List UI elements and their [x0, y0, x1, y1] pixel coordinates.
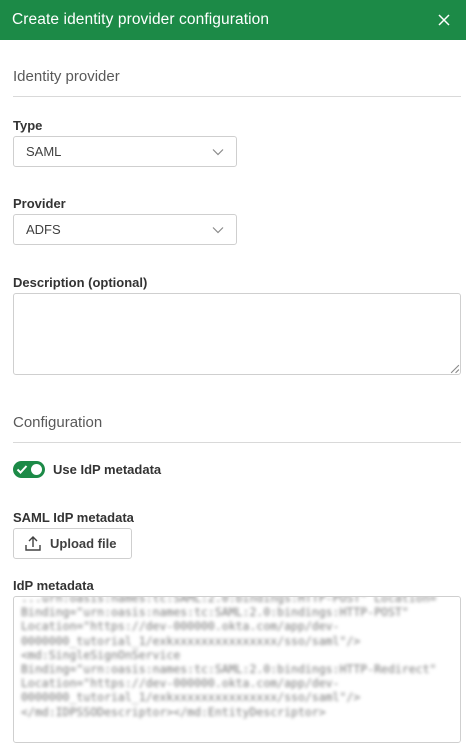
- description-label: Description (optional): [13, 275, 148, 290]
- section-divider: [13, 96, 461, 97]
- idp-metadata-line: ...urn:oasis:names:tc:SAML:2.0:bindings:…: [21, 596, 437, 605]
- checkmark-icon: [16, 465, 28, 474]
- idp-metadata-line: <md:SingleSignOnService: [21, 647, 181, 662]
- toggle-knob: [31, 464, 42, 475]
- idp-metadata-line: Binding="urn:oasis:names:tc:SAML:2.0:bin…: [21, 605, 409, 620]
- chevron-down-icon: [212, 226, 224, 233]
- idp-metadata-line: 0000000_tutorial_1/exkxxxxxxxxxxxxxxx/ss…: [21, 690, 361, 705]
- idp-metadata-content: ...urn:oasis:names:tc:SAML:2.0:bindings:…: [21, 596, 446, 719]
- provider-select-value: ADFS: [26, 222, 61, 237]
- section-title-configuration: Configuration: [13, 414, 103, 431]
- upload-file-label: Upload file: [50, 536, 117, 551]
- close-button[interactable]: [435, 11, 453, 29]
- type-label: Type: [13, 118, 43, 133]
- upload-icon: [25, 536, 41, 551]
- close-icon: [438, 14, 450, 26]
- provider-label: Provider: [13, 196, 66, 211]
- provider-select[interactable]: ADFS: [13, 214, 237, 245]
- idp-metadata-line: 0000000_tutorial_1/exkxxxxxxxxxxxxxxx/ss…: [21, 633, 361, 648]
- upload-file-button[interactable]: Upload file: [13, 528, 132, 559]
- idp-metadata-textarea[interactable]: ...urn:oasis:names:tc:SAML:2.0:bindings:…: [13, 596, 461, 743]
- resize-grip-icon[interactable]: [450, 364, 460, 374]
- description-textarea[interactable]: [13, 293, 461, 375]
- idp-metadata-line: </md:IDPSSODescriptor></md:EntityDescrip…: [21, 704, 326, 719]
- idp-metadata-line: Location="https://dev-000000.okta.com/ap…: [21, 619, 340, 634]
- idp-metadata-line: Binding="urn:oasis:names:tc:SAML:2.0:bin…: [21, 662, 437, 677]
- chevron-down-icon: [212, 148, 224, 155]
- saml-idp-metadata-label: SAML IdP metadata: [13, 510, 134, 525]
- dialog-header: Create identity provider configuration: [0, 0, 466, 40]
- section-title-identity-provider: Identity provider: [13, 68, 120, 85]
- section-divider: [13, 442, 461, 443]
- idp-metadata-line: Location="https://dev-000000.okta.com/ap…: [21, 676, 340, 691]
- type-select[interactable]: SAML: [13, 136, 237, 167]
- use-idp-metadata-label: Use IdP metadata: [53, 462, 162, 477]
- use-idp-metadata-toggle[interactable]: [13, 461, 45, 478]
- dialog-title: Create identity provider configuration: [12, 11, 270, 28]
- idp-metadata-label: IdP metadata: [13, 578, 94, 593]
- type-select-value: SAML: [26, 144, 62, 159]
